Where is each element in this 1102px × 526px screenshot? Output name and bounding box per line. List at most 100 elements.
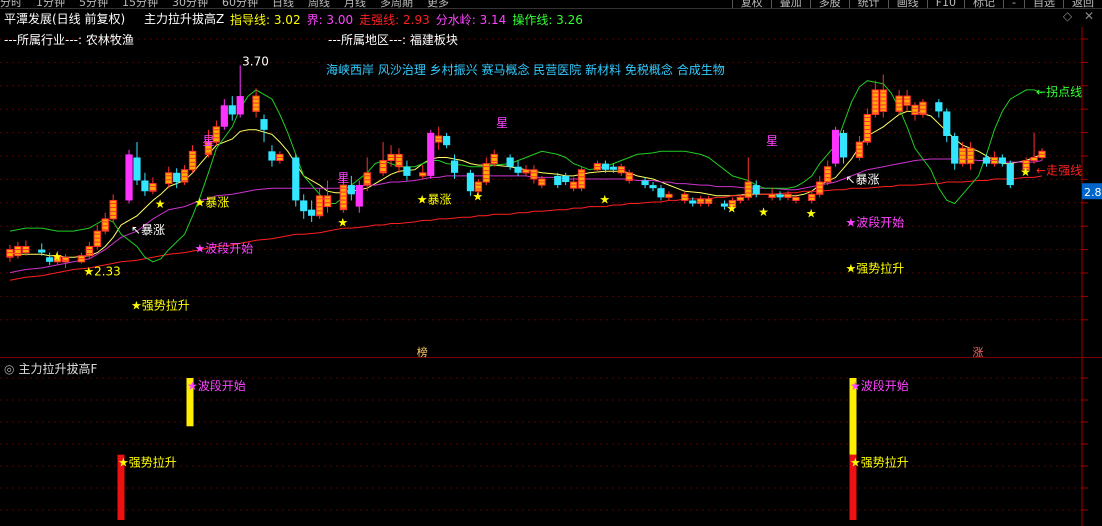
period-tab[interactable]: 15分钟	[122, 0, 158, 8]
event-marker: 涨	[973, 346, 984, 357]
header-icons: ◇ ✕	[1055, 9, 1094, 23]
industry-info: ---所属行业---: 农林牧渔	[4, 33, 134, 47]
candle-body	[180, 169, 189, 183]
chart-annotation: 星	[202, 134, 214, 148]
period-tabs[interactable]: 分时 1分钟 5分钟 15分钟 30分钟 60分钟 日线 周线 月线 多周期 更多	[0, 0, 463, 8]
candle-body	[601, 163, 609, 170]
chart-annotation: ★波段开始	[195, 241, 254, 256]
candle-body	[839, 132, 848, 158]
candle-body	[490, 153, 498, 165]
period-tab[interactable]: 30分钟	[172, 0, 208, 8]
period-tab[interactable]: 更多	[427, 0, 449, 8]
period-tab[interactable]: 60分钟	[222, 0, 258, 8]
chart-annotation: ←走强线	[1036, 163, 1082, 177]
signal-label: ★强势拉升	[850, 455, 909, 470]
chart-annotation: ★	[337, 216, 348, 230]
candle-body	[689, 200, 697, 204]
chart-annotation: ★强势拉升	[131, 297, 190, 312]
toolbar-button[interactable]: 多股	[809, 0, 849, 8]
candle-body	[300, 200, 308, 212]
chart-annotation: ★暴涨	[417, 192, 452, 207]
chart-annotation: 星	[337, 171, 349, 185]
period-tab[interactable]: 分时	[0, 0, 22, 8]
chart-annotation: ★强势拉升	[845, 261, 904, 276]
chart-annotation: ★暴涨	[195, 195, 230, 210]
header-indicator-value: 操作线: 3.26	[512, 13, 583, 27]
candle-body	[609, 166, 617, 170]
period-toolbar: 分时 1分钟 5分钟 15分钟 30分钟 60分钟 日线 周线 月线 多周期 更多 复权 叠加 多股 统计…	[0, 0, 1102, 9]
candle-body	[823, 166, 832, 183]
period-tab[interactable]: 月线	[344, 0, 366, 8]
chart-annotation: ★	[155, 197, 166, 211]
candle-body	[657, 188, 665, 198]
period-tab[interactable]: 多周期	[380, 0, 413, 8]
candle-body	[752, 185, 760, 195]
chart-annotation: ↖暴涨	[131, 222, 165, 237]
candle-body	[220, 105, 228, 127]
candle-body	[38, 249, 46, 253]
concept-tags: 海峡西岸 风沙治理 乡村振兴 赛马概念 民营医院 新材料 免税概念 合成生物	[326, 63, 725, 77]
event-marker: 榜	[417, 345, 428, 357]
chart-annotation: ←拐点线	[1036, 84, 1082, 99]
diamond-icon[interactable]: ◇	[1063, 9, 1072, 23]
candle-body	[641, 180, 649, 186]
candle-body	[85, 245, 94, 257]
candle-body	[133, 157, 141, 181]
candle-body	[252, 95, 260, 112]
indicator-name[interactable]: 主力拉升拔高Z	[144, 10, 224, 27]
candle-body	[943, 111, 951, 136]
chart-annotation: ★	[1020, 165, 1031, 179]
chart-annotation: ↖暴涨	[845, 172, 879, 187]
candle-body	[554, 175, 562, 186]
chart-annotation: ★	[758, 205, 769, 219]
candle-body	[379, 160, 387, 174]
toolbar-button[interactable]: 画线	[887, 0, 927, 8]
candle-body	[832, 129, 840, 164]
chart-annotation: ★	[472, 189, 483, 203]
candle-body	[871, 89, 880, 115]
chart-annotation: ★	[806, 206, 817, 220]
candle-body	[323, 195, 332, 208]
candle-body	[958, 147, 967, 165]
candle-body	[292, 157, 300, 201]
region-info: ---所属地区---: 福建板块	[328, 33, 458, 47]
candle-body	[506, 157, 514, 167]
chart-annotation: ★	[52, 249, 63, 263]
candle-body	[403, 166, 411, 176]
close-icon[interactable]: ✕	[1084, 9, 1094, 23]
period-tab[interactable]: 1分钟	[36, 0, 65, 8]
chart-annotation: ★2.33	[83, 265, 120, 279]
toolbar-button[interactable]: 叠加	[770, 0, 810, 8]
toolbar-button[interactable]: 统计	[848, 0, 888, 8]
toolbar-buttons[interactable]: 复权 叠加 多股 统计 画线 F10 标记 - 自选 返回	[731, 0, 1102, 8]
chart-annotation: 星	[766, 134, 778, 148]
candle-body	[776, 194, 784, 198]
chart-annotation: 星	[496, 116, 508, 130]
chart-annotation: ★	[599, 193, 610, 207]
chart-header: 平潭发展(日线 前复权) 主力拉升拔高Z 指导线: 3.02 界: 3.00 走强线…	[0, 9, 1102, 27]
toolbar-button[interactable]: F10	[926, 0, 964, 8]
period-tab[interactable]: 周线	[308, 0, 330, 8]
toolbar-button[interactable]: -	[1003, 0, 1024, 8]
header-indicator-value: 指导线: 3.02	[230, 13, 301, 27]
candle-body	[704, 198, 713, 205]
toolbar-button[interactable]: 返回	[1063, 0, 1102, 8]
header-indicator-value: 走强线: 2.93	[359, 13, 430, 27]
toolbar-button[interactable]: 自选	[1024, 0, 1063, 8]
chart-annotation: ★波段开始	[845, 215, 904, 230]
candle-body	[903, 95, 911, 106]
period-tab[interactable]: 5分钟	[79, 0, 108, 8]
candle-body	[450, 160, 459, 173]
header-indicator-value: 界: 3.00	[306, 13, 354, 27]
candle-body	[125, 154, 133, 201]
toolbar-button[interactable]: 复权	[731, 0, 771, 8]
candle-body	[260, 119, 268, 130]
toolbar-button[interactable]: 标记	[964, 0, 1003, 8]
candle-body	[228, 105, 236, 115]
sub-indicator-chart[interactable]: ★强势拉升 ★波段开始 ★强势拉升 ★波段开始	[0, 358, 1102, 526]
stock-title: 平潭发展(日线 前复权)	[4, 12, 126, 26]
candle-body	[427, 132, 435, 176]
period-tab[interactable]: 日线	[272, 0, 294, 8]
candle-body	[363, 172, 371, 186]
candle-body	[951, 135, 959, 164]
